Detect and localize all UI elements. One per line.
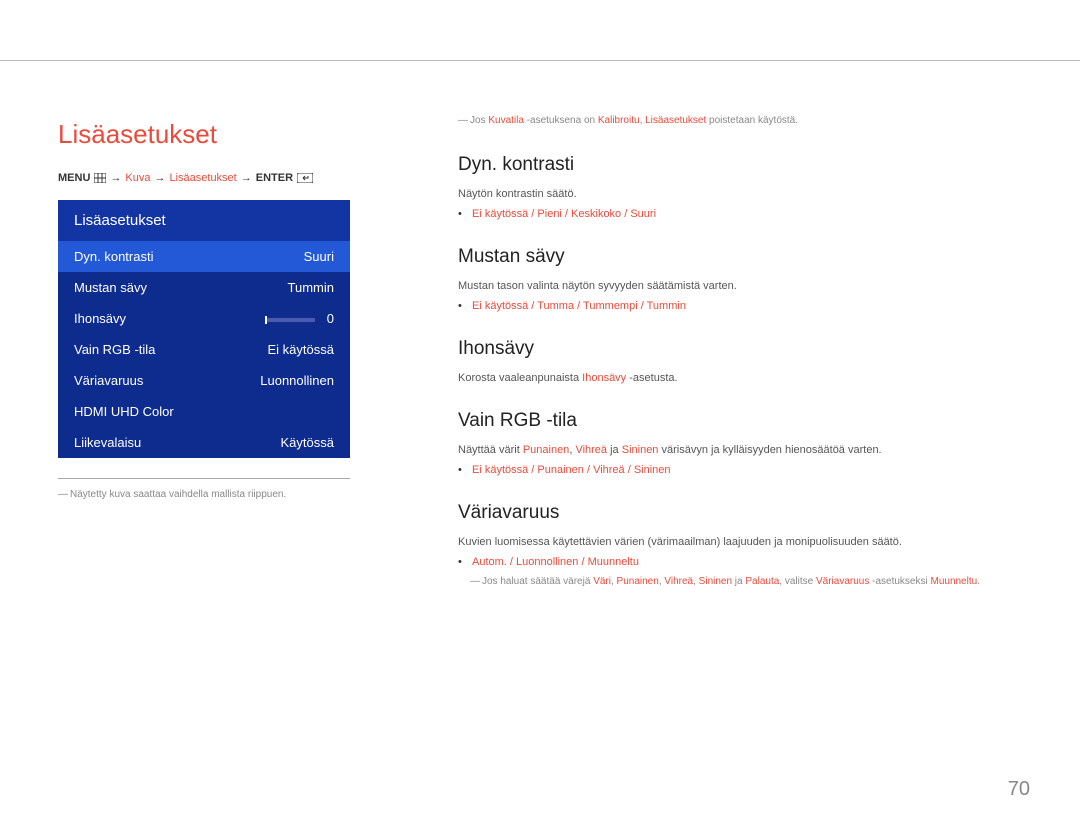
menu-row-vain-rgb[interactable]: Vain RGB -tila Ei käytössä [58, 334, 350, 365]
section-dyn-kontrasti: Dyn. kontrasti Näytön kontrastin säätö. … [458, 154, 1022, 220]
left-footnote: Näytetty kuva saattaa vaihdella mallista… [58, 489, 398, 500]
breadcrumb: MENU → Kuva → Lisäasetukset → ENTER [58, 172, 398, 184]
menu-row-label: Ihonsävy [74, 311, 126, 326]
menu-row-label: Vain RGB -tila [74, 342, 155, 357]
menu-row-value: Luonnollinen [260, 373, 334, 388]
divider [58, 478, 350, 479]
section-options: Ei käytössä / Punainen / Vihreä / Sinine… [472, 464, 1022, 476]
menu-row-mustan-savy[interactable]: Mustan sävy Tummin [58, 272, 350, 303]
menu-header: Lisäasetukset [58, 200, 350, 241]
section-desc: Mustan tason valinta näytön syvyyden sää… [458, 280, 1022, 292]
section-options: Ei käytössä / Pieni / Keskikoko / Suuri [472, 208, 1022, 220]
section-title: Vain RGB -tila [458, 410, 1022, 432]
menu-row-hdmi-uhd[interactable]: HDMI UHD Color [58, 396, 350, 427]
menu-row-liikevalaisu[interactable]: Liikevalaisu Käytössä [58, 427, 350, 458]
menu-row-label: HDMI UHD Color [74, 404, 174, 419]
breadcrumb-enter: ENTER [256, 172, 293, 184]
page-title: Lisäasetukset [58, 119, 398, 150]
page-number: 70 [1008, 778, 1030, 801]
menu-row-label: Mustan sävy [74, 280, 147, 295]
section-subnote: Jos haluat säätää värejä Väri, Punainen,… [458, 576, 1022, 587]
section-title: Dyn. kontrasti [458, 154, 1022, 176]
menu-row-variavaruus[interactable]: Väriavaruus Luonnollinen [58, 365, 350, 396]
section-desc: Näytön kontrastin säätö. [458, 188, 1022, 200]
menu-row-label: Liikevalaisu [74, 435, 141, 450]
menu-row-label: Dyn. kontrasti [74, 249, 153, 264]
section-variavaruus: Väriavaruus Kuvien luomisessa käytettävi… [458, 502, 1022, 587]
menu-grid-icon [94, 172, 106, 184]
top-note: Jos Kuvatila -asetuksena on Kalibroitu, … [458, 115, 1022, 126]
section-desc: Kuvien luomisessa käytettävien värien (v… [458, 536, 1022, 548]
enter-icon [297, 172, 313, 184]
section-title: Mustan sävy [458, 246, 1022, 268]
slider-icon [265, 318, 315, 322]
section-ihonsavy: Ihonsävy Korosta vaaleanpunaista Ihonsäv… [458, 338, 1022, 384]
section-mustan-savy: Mustan sävy Mustan tason valinta näytön … [458, 246, 1022, 312]
menu-row-value: 0 [265, 311, 334, 326]
section-desc: Korosta vaaleanpunaista Ihonsävy -asetus… [458, 372, 1022, 384]
breadcrumb-menu: MENU [58, 172, 90, 184]
menu-row-value: Tummin [288, 280, 334, 295]
menu-row-ihonsavy[interactable]: Ihonsävy 0 [58, 303, 350, 334]
section-desc: Näyttää värit Punainen, Vihreä ja Sinine… [458, 444, 1022, 456]
section-options: Autom. / Luonnollinen / Muunneltu [472, 556, 1022, 568]
menu-row-value: Käytössä [281, 435, 334, 450]
section-title: Väriavaruus [458, 502, 1022, 524]
menu-row-label: Väriavaruus [74, 373, 143, 388]
breadcrumb-seg2: Lisäasetukset [169, 172, 236, 184]
menu-row-dyn-kontrasti[interactable]: Dyn. kontrasti Suuri [58, 241, 350, 272]
breadcrumb-seg1: Kuva [125, 172, 150, 184]
section-title: Ihonsävy [458, 338, 1022, 360]
section-vain-rgb: Vain RGB -tila Näyttää värit Punainen, V… [458, 410, 1022, 476]
menu-widget: Lisäasetukset Dyn. kontrasti Suuri Musta… [58, 200, 350, 458]
section-options: Ei käytössä / Tumma / Tummempi / Tummin [472, 300, 1022, 312]
menu-row-value: Ei käytössä [268, 342, 334, 357]
slider-value: 0 [327, 311, 334, 326]
menu-row-value: Suuri [304, 249, 334, 264]
